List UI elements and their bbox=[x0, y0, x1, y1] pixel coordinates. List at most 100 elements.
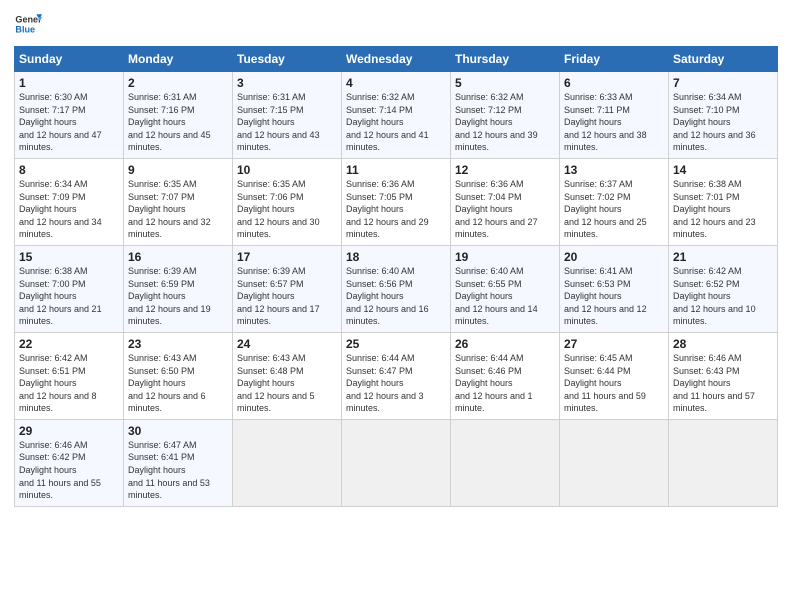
day-info: Sunrise: 6:41 AMSunset: 6:53 PMDaylight … bbox=[564, 266, 647, 326]
day-number: 1 bbox=[19, 76, 119, 90]
day-info: Sunrise: 6:32 AMSunset: 7:12 PMDaylight … bbox=[455, 92, 538, 152]
calendar-cell: 2Sunrise: 6:31 AMSunset: 7:16 PMDaylight… bbox=[124, 72, 233, 159]
day-info: Sunrise: 6:36 AMSunset: 7:05 PMDaylight … bbox=[346, 179, 429, 239]
calendar-cell: 26 Sunrise: 6:44 AMSunset: 6:46 PMDayligh… bbox=[451, 332, 560, 419]
day-number: 23 bbox=[128, 337, 228, 351]
day-number: 15 bbox=[19, 250, 119, 264]
day-number: 12 bbox=[455, 163, 555, 177]
day-info: Sunrise: 6:40 AMSunset: 6:55 PMDaylight … bbox=[455, 266, 538, 326]
calendar-cell: 29 Sunrise: 6:46 AMSunset: 6:42 PMDayligh… bbox=[15, 419, 124, 506]
day-info: Sunrise: 6:38 AMSunset: 7:01 PMDaylight … bbox=[673, 179, 756, 239]
day-number: 19 bbox=[455, 250, 555, 264]
day-info: Sunrise: 6:39 AMSunset: 6:59 PMDaylight … bbox=[128, 266, 211, 326]
calendar-cell: 17Sunrise: 6:39 AMSunset: 6:57 PMDayligh… bbox=[233, 245, 342, 332]
day-number: 27 bbox=[564, 337, 664, 351]
day-number: 8 bbox=[19, 163, 119, 177]
day-number: 18 bbox=[346, 250, 446, 264]
page-container: General Blue Sunday Monday Tuesday Wedne… bbox=[0, 0, 792, 517]
day-info: Sunrise: 6:44 AMSunset: 6:47 PMDaylight … bbox=[346, 353, 424, 413]
day-info: Sunrise: 6:32 AMSunset: 7:14 PMDaylight … bbox=[346, 92, 429, 152]
day-info: Sunrise: 6:47 AMSunset: 6:41 PMDaylight … bbox=[128, 440, 210, 500]
day-number: 11 bbox=[346, 163, 446, 177]
day-info: Sunrise: 6:42 AMSunset: 6:52 PMDaylight … bbox=[673, 266, 756, 326]
day-info: Sunrise: 6:46 AMSunset: 6:42 PMDaylight … bbox=[19, 440, 101, 500]
calendar-cell: 25Sunrise: 6:44 AMSunset: 6:47 PMDayligh… bbox=[342, 332, 451, 419]
day-number: 16 bbox=[128, 250, 228, 264]
day-info: Sunrise: 6:33 AMSunset: 7:11 PMDaylight … bbox=[564, 92, 647, 152]
calendar-cell bbox=[669, 419, 778, 506]
day-info: Sunrise: 6:40 AMSunset: 6:56 PMDaylight … bbox=[346, 266, 429, 326]
calendar-table: Sunday Monday Tuesday Wednesday Thursday… bbox=[14, 46, 778, 507]
day-info: Sunrise: 6:46 AMSunset: 6:43 PMDaylight … bbox=[673, 353, 755, 413]
calendar-week-row: 22Sunrise: 6:42 AMSunset: 6:51 PMDayligh… bbox=[15, 332, 778, 419]
day-info: Sunrise: 6:36 AMSunset: 7:04 PMDaylight … bbox=[455, 179, 538, 239]
calendar-cell: 24 Sunrise: 6:43 AMSunset: 6:48 PMDayligh… bbox=[233, 332, 342, 419]
day-number: 4 bbox=[346, 76, 446, 90]
header-saturday: Saturday bbox=[669, 47, 778, 72]
day-info: Sunrise: 6:38 AMSunset: 7:00 PMDaylight … bbox=[19, 266, 102, 326]
calendar-cell: 27 Sunrise: 6:45 AMSunset: 6:44 PMDayligh… bbox=[560, 332, 669, 419]
weekday-header-row: Sunday Monday Tuesday Wednesday Thursday… bbox=[15, 47, 778, 72]
calendar-cell bbox=[560, 419, 669, 506]
calendar-cell: 19 Sunrise: 6:40 AMSunset: 6:55 PMDayligh… bbox=[451, 245, 560, 332]
day-number: 30 bbox=[128, 424, 228, 438]
calendar-cell: 28 Sunrise: 6:46 AMSunset: 6:43 PMDayligh… bbox=[669, 332, 778, 419]
calendar-cell bbox=[233, 419, 342, 506]
svg-text:Blue: Blue bbox=[15, 24, 35, 34]
day-info: Sunrise: 6:44 AMSunset: 6:46 PMDaylight … bbox=[455, 353, 533, 413]
day-info: Sunrise: 6:31 AMSunset: 7:16 PMDaylight … bbox=[128, 92, 211, 152]
calendar-cell: 21 Sunrise: 6:42 AMSunset: 6:52 PMDayligh… bbox=[669, 245, 778, 332]
day-number: 6 bbox=[564, 76, 664, 90]
header: General Blue bbox=[14, 10, 778, 38]
day-number: 5 bbox=[455, 76, 555, 90]
day-info: Sunrise: 6:45 AMSunset: 6:44 PMDaylight … bbox=[564, 353, 646, 413]
calendar-cell bbox=[451, 419, 560, 506]
day-info: Sunrise: 6:30 AMSunset: 7:17 PMDaylight … bbox=[19, 92, 102, 152]
day-number: 24 bbox=[237, 337, 337, 351]
calendar-cell: 30 Sunrise: 6:47 AMSunset: 6:41 PMDayligh… bbox=[124, 419, 233, 506]
calendar-cell: 9Sunrise: 6:35 AMSunset: 7:07 PMDaylight… bbox=[124, 158, 233, 245]
day-number: 26 bbox=[455, 337, 555, 351]
day-number: 3 bbox=[237, 76, 337, 90]
day-number: 17 bbox=[237, 250, 337, 264]
header-thursday: Thursday bbox=[451, 47, 560, 72]
day-number: 21 bbox=[673, 250, 773, 264]
logo: General Blue bbox=[14, 10, 42, 38]
day-info: Sunrise: 6:43 AMSunset: 6:50 PMDaylight … bbox=[128, 353, 206, 413]
calendar-cell: 6 Sunrise: 6:33 AMSunset: 7:11 PMDaylight… bbox=[560, 72, 669, 159]
day-info: Sunrise: 6:42 AMSunset: 6:51 PMDaylight … bbox=[19, 353, 97, 413]
calendar-cell: 16 Sunrise: 6:39 AMSunset: 6:59 PMDayligh… bbox=[124, 245, 233, 332]
day-info: Sunrise: 6:35 AMSunset: 7:06 PMDaylight … bbox=[237, 179, 320, 239]
calendar-cell: 1 Sunrise: 6:30 AMSunset: 7:17 PMDaylight… bbox=[15, 72, 124, 159]
day-info: Sunrise: 6:31 AMSunset: 7:15 PMDaylight … bbox=[237, 92, 320, 152]
calendar-cell: 14 Sunrise: 6:38 AMSunset: 7:01 PMDayligh… bbox=[669, 158, 778, 245]
calendar-cell: 18 Sunrise: 6:40 AMSunset: 6:56 PMDayligh… bbox=[342, 245, 451, 332]
calendar-cell: 10 Sunrise: 6:35 AMSunset: 7:06 PMDayligh… bbox=[233, 158, 342, 245]
calendar-cell: 11 Sunrise: 6:36 AMSunset: 7:05 PMDayligh… bbox=[342, 158, 451, 245]
calendar-cell: 8 Sunrise: 6:34 AMSunset: 7:09 PMDaylight… bbox=[15, 158, 124, 245]
header-monday: Monday bbox=[124, 47, 233, 72]
header-wednesday: Wednesday bbox=[342, 47, 451, 72]
calendar-cell: 7Sunrise: 6:34 AMSunset: 7:10 PMDaylight… bbox=[669, 72, 778, 159]
day-number: 7 bbox=[673, 76, 773, 90]
day-number: 20 bbox=[564, 250, 664, 264]
day-info: Sunrise: 6:43 AMSunset: 6:48 PMDaylight … bbox=[237, 353, 315, 413]
day-info: Sunrise: 6:35 AMSunset: 7:07 PMDaylight … bbox=[128, 179, 211, 239]
day-number: 28 bbox=[673, 337, 773, 351]
calendar-cell: 23 Sunrise: 6:43 AMSunset: 6:50 PMDayligh… bbox=[124, 332, 233, 419]
header-friday: Friday bbox=[560, 47, 669, 72]
calendar-week-row: 29 Sunrise: 6:46 AMSunset: 6:42 PMDayligh… bbox=[15, 419, 778, 506]
day-number: 10 bbox=[237, 163, 337, 177]
calendar-cell: 4 Sunrise: 6:32 AMSunset: 7:14 PMDaylight… bbox=[342, 72, 451, 159]
day-info: Sunrise: 6:34 AMSunset: 7:09 PMDaylight … bbox=[19, 179, 102, 239]
day-number: 14 bbox=[673, 163, 773, 177]
calendar-cell: 3 Sunrise: 6:31 AMSunset: 7:15 PMDaylight… bbox=[233, 72, 342, 159]
day-number: 29 bbox=[19, 424, 119, 438]
calendar-cell: 12 Sunrise: 6:36 AMSunset: 7:04 PMDayligh… bbox=[451, 158, 560, 245]
calendar-week-row: 15 Sunrise: 6:38 AMSunset: 7:00 PMDayligh… bbox=[15, 245, 778, 332]
calendar-cell: 13Sunrise: 6:37 AMSunset: 7:02 PMDayligh… bbox=[560, 158, 669, 245]
header-tuesday: Tuesday bbox=[233, 47, 342, 72]
calendar-cell: 20 Sunrise: 6:41 AMSunset: 6:53 PMDayligh… bbox=[560, 245, 669, 332]
header-sunday: Sunday bbox=[15, 47, 124, 72]
calendar-week-row: 1 Sunrise: 6:30 AMSunset: 7:17 PMDaylight… bbox=[15, 72, 778, 159]
